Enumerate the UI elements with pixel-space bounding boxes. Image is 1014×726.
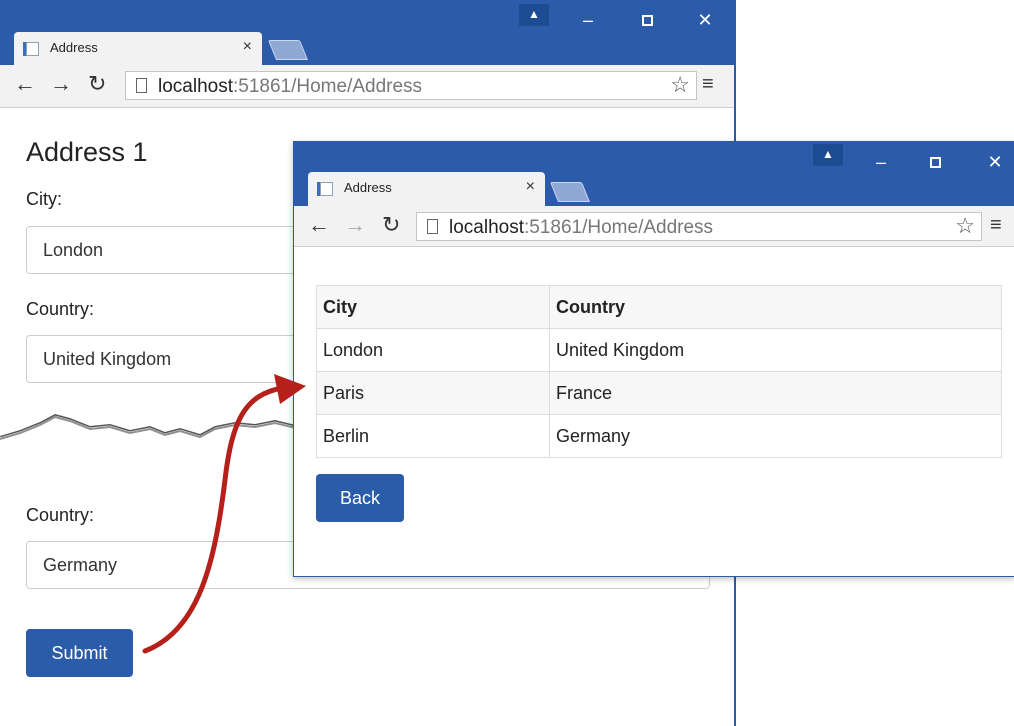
country-label: Country: xyxy=(26,299,95,319)
close-icon[interactable]: ✕ xyxy=(980,152,1010,173)
address-bar[interactable]: localhost:51861/Home/Address ☆ xyxy=(125,71,697,100)
url-text: localhost:51861/Home/Address xyxy=(158,76,422,98)
browser-toolbar: ← → ↻ localhost:51861/Home/Address ☆ ≡ xyxy=(294,206,1014,247)
url-text: localhost:51861/Home/Address xyxy=(449,217,713,239)
tab-page-icon xyxy=(23,42,39,56)
browser-window-front: Address × ▲ – ✕ ← → ↻ localhost:51861/Ho… xyxy=(293,141,1014,577)
back-arrow-icon[interactable]: ← xyxy=(14,71,36,97)
close-icon[interactable]: ✕ xyxy=(690,10,720,31)
city-label: City: xyxy=(26,189,62,209)
back-arrow-icon[interactable]: ← xyxy=(308,212,330,238)
tab-page-icon xyxy=(317,182,333,196)
submit-button[interactable]: Submit xyxy=(26,629,133,677)
minimize-icon[interactable]: – xyxy=(573,10,603,31)
table-row: Paris France xyxy=(316,371,1002,415)
address-table: City Country London United Kingdom Paris… xyxy=(316,285,1002,458)
maximize-icon[interactable] xyxy=(632,10,662,31)
reload-icon[interactable]: ↻ xyxy=(88,71,106,97)
back-button[interactable]: Back xyxy=(316,474,404,522)
maximize-icon[interactable] xyxy=(920,152,950,173)
cell-city: Berlin xyxy=(316,414,550,458)
cell-city: Paris xyxy=(316,371,550,415)
profile-icon[interactable]: ▲ xyxy=(813,144,843,166)
browser-tab[interactable]: Address × xyxy=(308,172,545,206)
cell-country: United Kingdom xyxy=(549,328,1002,372)
star-icon[interactable]: ☆ xyxy=(670,72,690,98)
column-header-city: City xyxy=(316,285,550,329)
tab-title: Address xyxy=(50,40,98,55)
page-icon xyxy=(427,219,438,234)
menu-icon[interactable]: ≡ xyxy=(990,214,1002,237)
page-title: Address 1 xyxy=(26,137,148,167)
browser-tab[interactable]: Address × xyxy=(14,32,262,65)
url-host: localhost xyxy=(449,217,524,238)
tab-close-icon[interactable]: × xyxy=(243,38,252,56)
country2-label: Country: xyxy=(26,505,95,525)
menu-icon[interactable]: ≡ xyxy=(702,73,714,96)
new-tab-button[interactable] xyxy=(267,40,309,60)
url-path: :51861/Home/Address xyxy=(524,217,714,238)
title-bar: Address × ▲ – ✕ xyxy=(294,142,1014,206)
cell-country: France xyxy=(549,371,1002,415)
column-header-country: Country xyxy=(549,285,1002,329)
tab-close-icon[interactable]: × xyxy=(526,178,535,196)
forward-arrow-icon[interactable]: → xyxy=(344,212,366,238)
reload-icon[interactable]: ↻ xyxy=(382,212,400,238)
profile-icon[interactable]: ▲ xyxy=(519,4,549,26)
cell-country: Germany xyxy=(549,414,1002,458)
title-bar: Address × ▲ – ✕ xyxy=(0,0,734,65)
table-row: Berlin Germany xyxy=(316,414,1002,458)
new-tab-button[interactable] xyxy=(549,182,591,202)
browser-toolbar: ← → ↻ localhost:51861/Home/Address ☆ ≡ xyxy=(0,65,734,108)
url-host: localhost xyxy=(158,76,233,97)
minimize-icon[interactable]: – xyxy=(866,152,896,173)
table-row: London United Kingdom xyxy=(316,328,1002,372)
address-bar[interactable]: localhost:51861/Home/Address ☆ xyxy=(416,212,982,241)
forward-arrow-icon[interactable]: → xyxy=(50,71,72,97)
tab-title: Address xyxy=(344,180,392,195)
url-path: :51861/Home/Address xyxy=(233,76,423,97)
table-header-row: City Country xyxy=(316,285,1002,329)
cell-city: London xyxy=(316,328,550,372)
page-icon xyxy=(136,78,147,93)
star-icon[interactable]: ☆ xyxy=(955,213,975,239)
